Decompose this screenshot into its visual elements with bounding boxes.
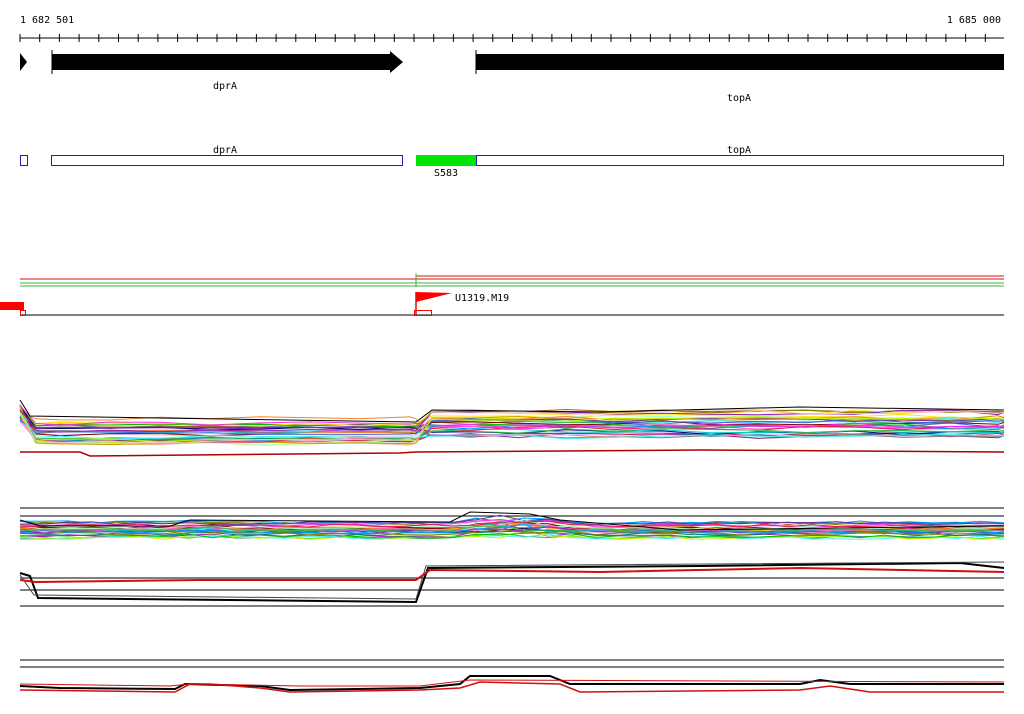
red-flag-u1319[interactable] <box>416 292 452 302</box>
green-feature-label: S583 <box>434 168 458 179</box>
expression-series-line <box>19 566 1005 584</box>
signal-line-track <box>20 273 1004 287</box>
cds-label-dpra: dprA <box>213 145 237 156</box>
gene-arrow-left-partial[interactable] <box>20 53 27 71</box>
expression-track-bottom <box>19 659 1005 693</box>
gene-label-dpra: dprA <box>213 81 237 92</box>
cds-label-topa: topA <box>727 145 751 156</box>
gene-arrow-topa[interactable] <box>476 54 1004 70</box>
expression-track-multiseries <box>19 399 1005 457</box>
genome-browser-view: 1 682 501 1 685 000 dprA topA dprA topA … <box>0 15 1005 693</box>
cds-box-dpra[interactable] <box>51 155 403 166</box>
expression-track-step <box>19 561 1005 607</box>
flag-label: U1319.M19 <box>455 293 509 304</box>
gene-label-topa: topA <box>727 93 751 104</box>
marker-track: U1319.M19 <box>0 292 1004 316</box>
red-marker-left[interactable] <box>0 302 24 310</box>
expression-series-line <box>20 449 1005 457</box>
green-feature-s583[interactable] <box>416 155 476 166</box>
gene-arrow-dpra[interactable] <box>52 51 403 73</box>
gene-track: dprA topA <box>20 50 1004 104</box>
cds-box-left-partial[interactable] <box>20 155 28 166</box>
ruler-start-label: 1 682 501 <box>20 15 74 26</box>
cds-box-topa[interactable] <box>476 155 1004 166</box>
ruler-end-label: 1 685 000 <box>947 15 1001 26</box>
coordinate-ruler: 1 682 501 1 685 000 <box>19 15 1004 42</box>
expression-track-band <box>19 507 1005 540</box>
cds-track: dprA topA S583 <box>20 145 1004 179</box>
